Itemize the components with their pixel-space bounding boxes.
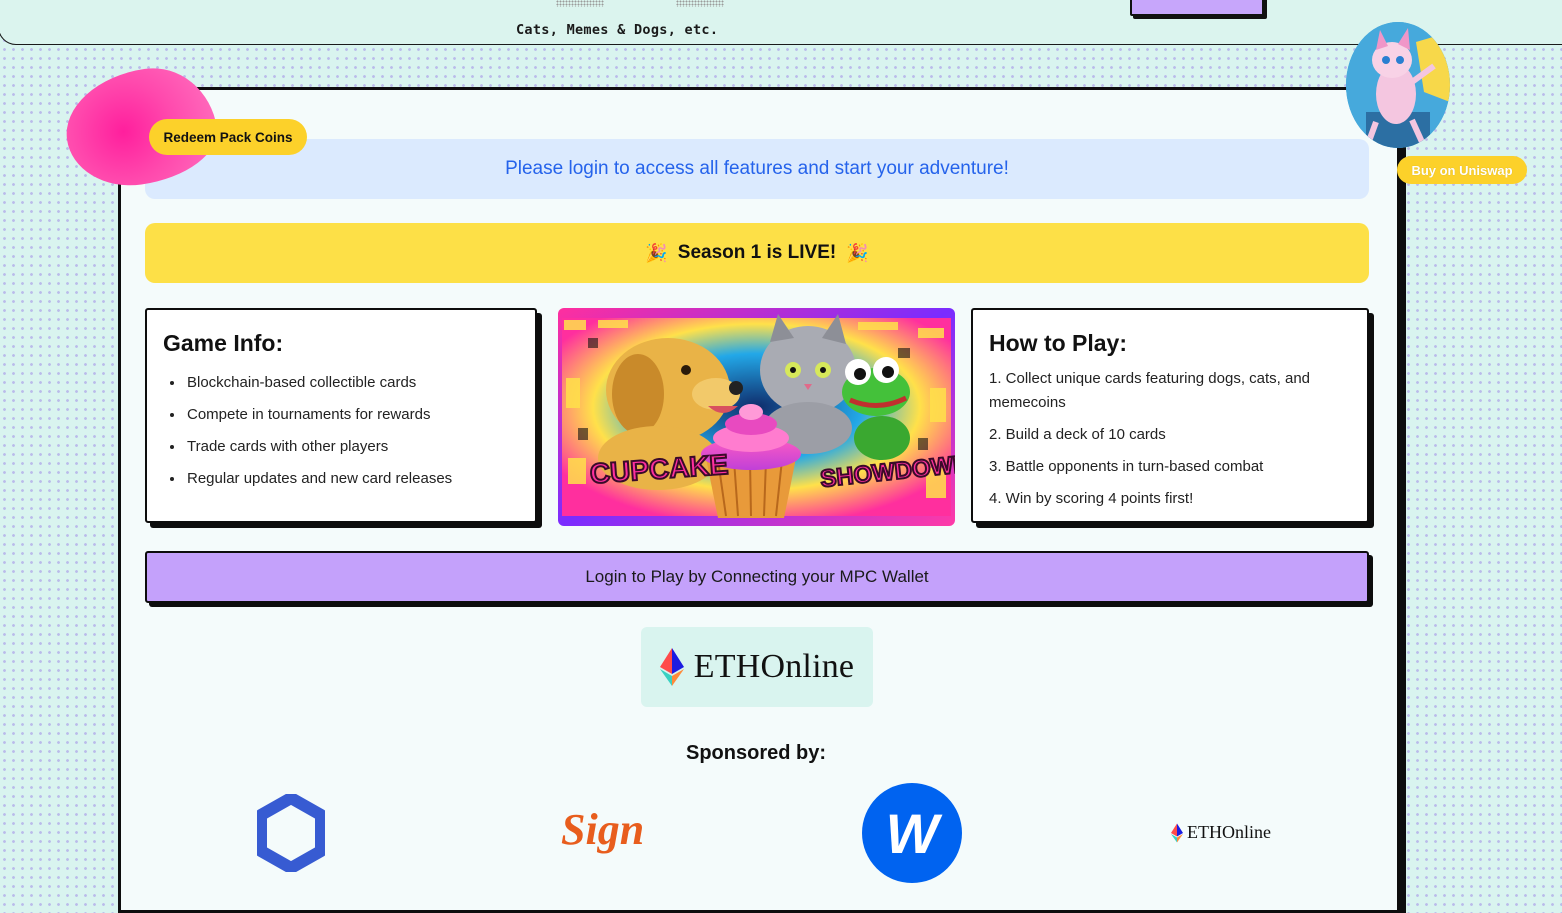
chainlink-logo[interactable] [255, 792, 327, 876]
how-to-play-panel: How to Play: 1. Collect unique cards fea… [971, 308, 1369, 523]
party-popper-icon: 🎉 [846, 242, 869, 263]
site-subtitle: Cats, Memes & Dogs, etc. [516, 22, 719, 38]
list-item: Trade cards with other players [185, 431, 519, 463]
game-info-title: Game Info: [163, 330, 284, 356]
ethonline-logo-box[interactable]: ETHOnline [641, 627, 873, 707]
cat-avatar[interactable] [1346, 22, 1450, 148]
login-banner-text: Please login to access all features and … [505, 158, 1009, 179]
list-item: Compete in tournaments for rewards [185, 399, 519, 431]
how-to-play-title: How to Play: [989, 330, 1128, 356]
sponsored-heading: Sponsored by: [685, 742, 826, 764]
ethereum-icon [659, 648, 684, 686]
ethereum-icon [1171, 823, 1183, 842]
game-info-list: Blockchain-based collectible cards Compe… [163, 367, 519, 495]
sign-logo-text: Sign [561, 805, 645, 854]
header-bar [0, 0, 1562, 45]
buy-on-uniswap-button[interactable]: Buy on Uniswap [1397, 156, 1527, 184]
list-item: 4. Win by scoring 4 points first! [989, 490, 1194, 507]
how-to-play-list: 1. Collect unique cards featuring dogs, … [989, 367, 1351, 511]
season-banner-text: Season 1 is LIVE! [677, 242, 837, 263]
list-item: 3. Battle opponents in turn-based combat [989, 458, 1264, 475]
logo-fragment [676, 0, 724, 7]
list-item: Regular updates and new card releases [185, 463, 519, 495]
ethonline-sponsor-logo[interactable]: ETHOnline [1171, 822, 1271, 843]
cupcake-showdown-artwork: CUPCAKE SHOWDOWN [558, 308, 955, 526]
login-banner: Please login to access all features and … [145, 139, 1369, 199]
ethonline-sponsor-text: ETHOnline [1187, 822, 1271, 842]
party-popper-icon: 🎉 [645, 242, 668, 263]
list-item: 2. Build a deck of 10 cards [989, 426, 1166, 443]
w-logo-text: W [885, 801, 939, 865]
game-info-panel: Game Info: Blockchain-based collectible … [145, 308, 537, 523]
header-button[interactable] [1130, 0, 1264, 16]
ethonline-logo-text: ETHOnline [693, 648, 855, 685]
redeem-pack-coins-button[interactable]: Redeem Pack Coins [149, 119, 307, 155]
logo-fragment [556, 0, 604, 7]
season-banner: 🎉 Season 1 is LIVE! 🎉 [145, 223, 1369, 283]
list-item: 1. Collect unique cards featuring dogs, … [989, 370, 1311, 411]
list-item: Blockchain-based collectible cards [185, 367, 519, 399]
w-logo[interactable]: W [862, 783, 962, 883]
connect-wallet-button[interactable]: Login to Play by Connecting your MPC Wal… [145, 551, 1369, 603]
sign-logo[interactable]: Sign [561, 804, 644, 855]
